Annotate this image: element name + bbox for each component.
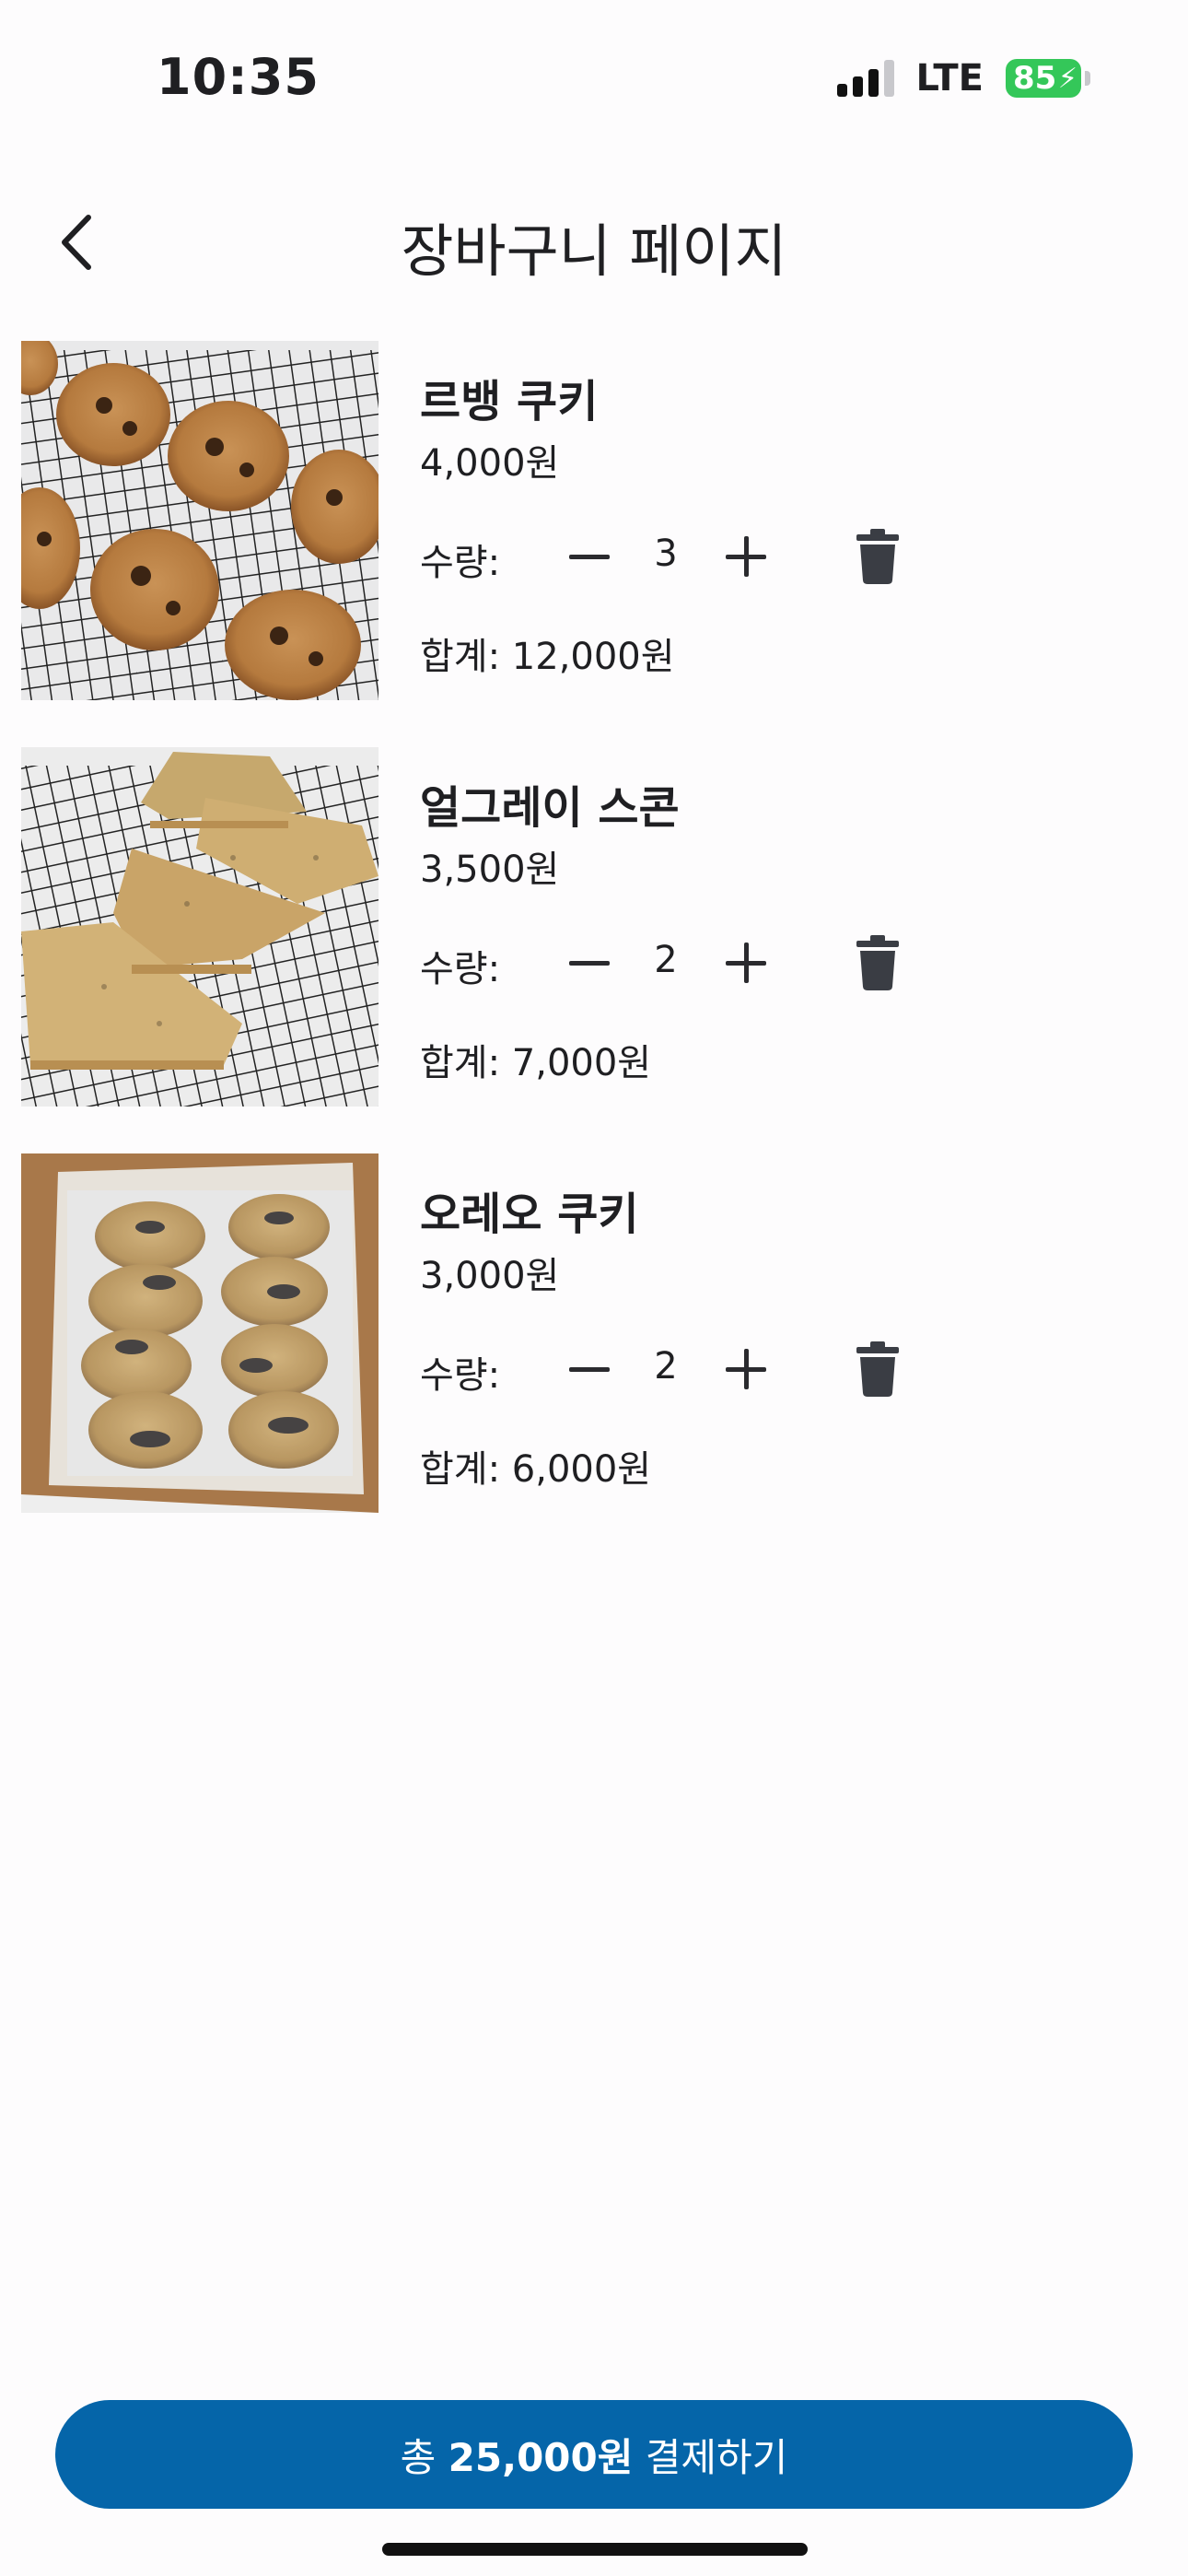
decrease-quantity-button[interactable]: [567, 941, 611, 985]
quantity-label: 수량:: [420, 1354, 501, 1397]
checkout-total: 25,000원: [448, 2434, 634, 2480]
battery-icon: 85 ⚡: [1006, 59, 1090, 98]
signal-icon: [836, 60, 894, 97]
cart-item: 르뱅 쿠키 4,000원 수량: 3 합계: 12,000원: [21, 341, 1163, 700]
checkout-label: 총 25,000원 결제하기: [400, 2434, 788, 2480]
cart-item: 오레오 쿠키 3,000원 수량: 2 합계: 6,000원: [21, 1153, 1163, 1513]
product-name: 얼그레이 스콘: [420, 782, 680, 834]
status-time: 10:35: [157, 48, 320, 106]
charging-bolt-icon: ⚡: [1057, 63, 1077, 95]
quantity-value: 2: [654, 939, 678, 981]
item-subtotal: 합계: 7,000원: [420, 1042, 652, 1084]
item-subtotal: 합계: 6,000원: [420, 1448, 652, 1491]
quantity-label: 수량:: [420, 948, 501, 990]
quantity-value: 3: [654, 533, 678, 575]
quantity-value: 2: [654, 1345, 678, 1388]
decrease-quantity-button[interactable]: [567, 534, 611, 579]
page-title: 장바구니 페이지: [401, 217, 787, 285]
product-price: 3,500원: [420, 849, 560, 891]
status-indicators: LTE 85 ⚡: [836, 57, 1090, 100]
trash-icon[interactable]: [856, 935, 899, 990]
trash-icon[interactable]: [856, 529, 899, 584]
quantity-label: 수량:: [420, 542, 501, 584]
trash-icon[interactable]: [856, 1341, 899, 1397]
increase-quantity-button[interactable]: [724, 941, 768, 985]
product-image-oreo-cookie: [21, 1153, 379, 1513]
product-name: 르뱅 쿠키: [420, 376, 599, 427]
product-image-earl-grey-scone: [21, 747, 379, 1107]
network-type: LTE: [915, 57, 984, 100]
increase-quantity-button[interactable]: [724, 1347, 768, 1391]
product-price: 3,000원: [420, 1255, 560, 1297]
checkout-button[interactable]: 총 25,000원 결제하기: [55, 2400, 1133, 2509]
home-indicator[interactable]: [382, 2543, 808, 2556]
cart-item: 얼그레이 스콘 3,500원 수량: 2 합계: 7,000원: [21, 747, 1163, 1107]
item-subtotal: 합계: 12,000원: [420, 636, 675, 678]
product-price: 4,000원: [420, 442, 560, 485]
product-image-levain-cookie: [21, 341, 379, 700]
battery-level: 85: [1013, 60, 1057, 97]
product-name: 오레오 쿠키: [420, 1188, 639, 1240]
decrease-quantity-button[interactable]: [567, 1347, 611, 1391]
increase-quantity-button[interactable]: [724, 534, 768, 579]
